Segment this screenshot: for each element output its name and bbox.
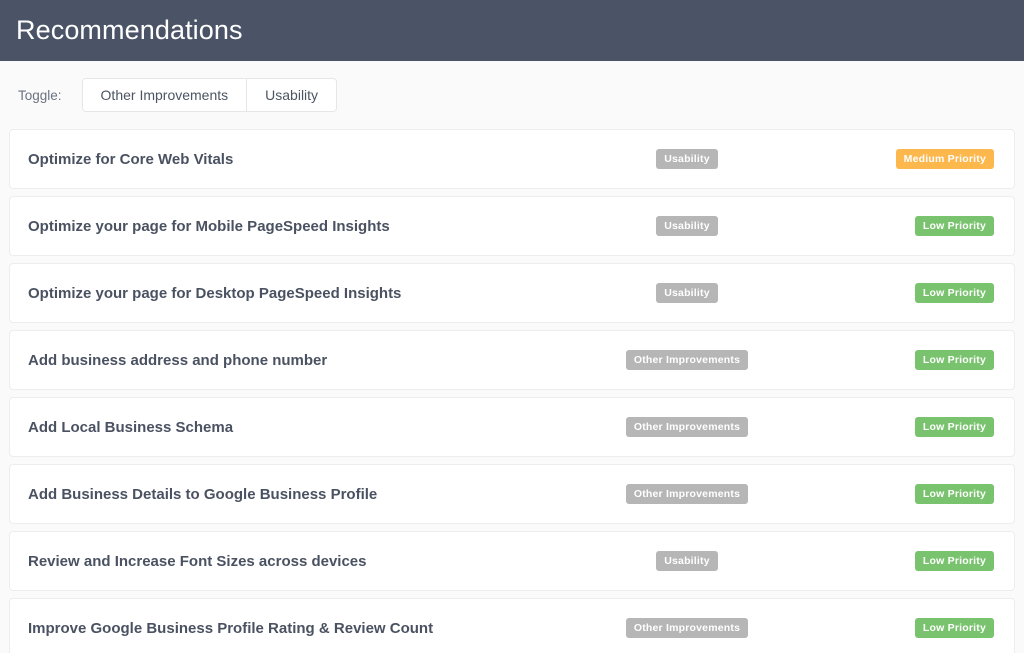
priority-slot: Low Priority (812, 484, 994, 504)
priority-slot: Low Priority (812, 216, 994, 236)
category-slot: Other Improvements (562, 417, 812, 437)
priority-badge: Low Priority (915, 551, 994, 571)
category-slot: Usability (562, 149, 812, 169)
category-badge: Other Improvements (626, 618, 748, 638)
recommendation-title: Add Local Business Schema (28, 419, 233, 436)
category-slot: Usability (562, 283, 812, 303)
recommendation-title: Optimize for Core Web Vitals (28, 151, 233, 168)
recommendation-title: Optimize your page for Desktop PageSpeed… (28, 285, 401, 302)
priority-slot: Low Priority (812, 618, 994, 638)
toggle-other-improvements[interactable]: Other Improvements (83, 79, 247, 111)
priority-slot: Low Priority (812, 551, 994, 571)
recommendation-title: Add business address and phone number (28, 352, 327, 369)
priority-badge: Low Priority (915, 618, 994, 638)
toggle-usability[interactable]: Usability (246, 79, 336, 111)
category-slot: Usability (562, 551, 812, 571)
priority-badge: Low Priority (915, 216, 994, 236)
recommendation-row[interactable]: Add Business Details to Google Business … (9, 464, 1015, 524)
category-badge: Usability (656, 216, 718, 236)
recommendation-row[interactable]: Optimize your page for Mobile PageSpeed … (9, 196, 1015, 256)
recommendation-row[interactable]: Review and Increase Font Sizes across de… (9, 531, 1015, 591)
category-badge: Other Improvements (626, 350, 748, 370)
priority-slot: Low Priority (812, 283, 994, 303)
recommendation-title: Review and Increase Font Sizes across de… (28, 553, 367, 570)
recommendation-title: Optimize your page for Mobile PageSpeed … (28, 218, 390, 235)
app-header: Recommendations (0, 0, 1024, 61)
recommendation-title: Add Business Details to Google Business … (28, 486, 377, 503)
recommendations-list: Optimize for Core Web Vitals Usability Med… (0, 129, 1024, 653)
recommendation-row[interactable]: Optimize for Core Web Vitals Usability Med… (9, 129, 1015, 189)
priority-slot: Low Priority (812, 350, 994, 370)
priority-slot: Medium Priority (812, 149, 994, 169)
recommendation-title: Improve Google Business Profile Rating &… (28, 620, 433, 637)
priority-badge: Low Priority (915, 484, 994, 504)
category-slot: Other Improvements (562, 484, 812, 504)
category-badge: Usability (656, 283, 718, 303)
priority-badge: Low Priority (915, 350, 994, 370)
category-badge: Other Improvements (626, 417, 748, 437)
priority-badge: Medium Priority (896, 149, 994, 169)
toggle-button-group: Other ImprovementsUsability (82, 78, 338, 112)
category-slot: Usability (562, 216, 812, 236)
category-badge: Usability (656, 149, 718, 169)
category-badge: Other Improvements (626, 484, 748, 504)
priority-badge: Low Priority (915, 283, 994, 303)
toggle-bar: Toggle: Other ImprovementsUsability (0, 61, 1024, 129)
priority-slot: Low Priority (812, 417, 994, 437)
category-slot: Other Improvements (562, 618, 812, 638)
recommendation-row[interactable]: Optimize your page for Desktop PageSpeed… (9, 263, 1015, 323)
toggle-label: Toggle: (18, 88, 62, 103)
recommendation-row[interactable]: Improve Google Business Profile Rating &… (9, 598, 1015, 653)
category-slot: Other Improvements (562, 350, 812, 370)
recommendation-row[interactable]: Add business address and phone number Oth… (9, 330, 1015, 390)
page-title: Recommendations (16, 17, 243, 44)
recommendation-row[interactable]: Add Local Business Schema Other Improveme… (9, 397, 1015, 457)
category-badge: Usability (656, 551, 718, 571)
priority-badge: Low Priority (915, 417, 994, 437)
